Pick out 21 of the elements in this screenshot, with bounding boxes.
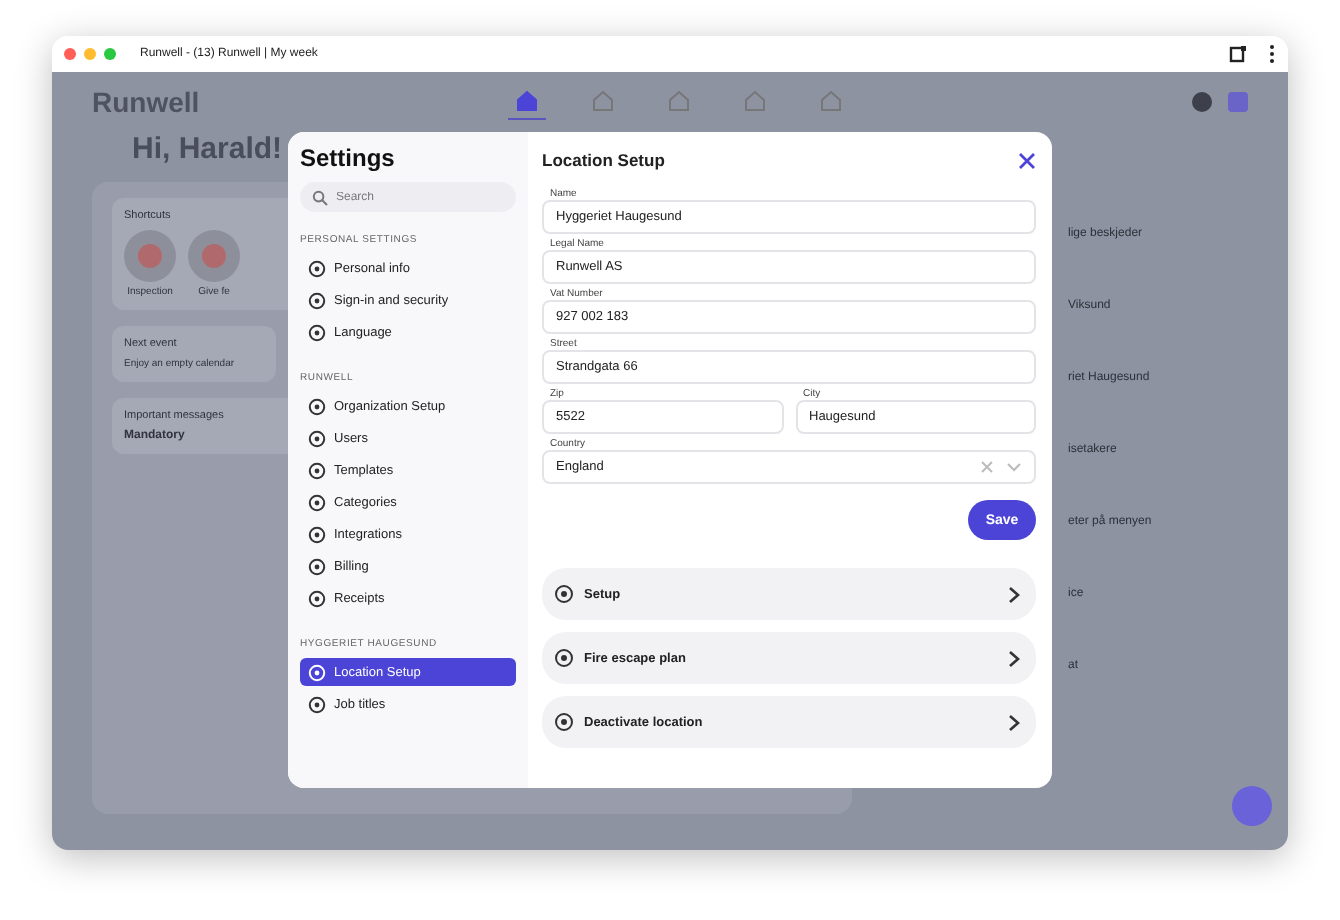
- chat-button[interactable]: [1232, 786, 1272, 826]
- panel-title: Location Setup: [542, 150, 665, 170]
- avatar-icon[interactable]: [1192, 92, 1212, 112]
- greeting: Hi, Harald!: [130, 132, 283, 166]
- clear-icon[interactable]: [980, 460, 994, 474]
- extension-icon[interactable]: [1228, 44, 1248, 64]
- logo: Runwell: [92, 86, 202, 118]
- chevron-down-icon[interactable]: [1006, 460, 1022, 474]
- search-icon: [312, 189, 328, 205]
- more-icon[interactable]: [1268, 44, 1276, 64]
- close-icon[interactable]: [1018, 151, 1036, 169]
- chevron-right-icon: [1008, 585, 1020, 603]
- shortcut-icon[interactable]: [188, 230, 240, 282]
- chevron-right-icon: [1008, 713, 1020, 731]
- shortcut-icon[interactable]: [124, 230, 176, 282]
- settings-title: Settings: [300, 144, 397, 172]
- org-icon[interactable]: [1228, 92, 1248, 112]
- close-dot-icon[interactable]: [64, 48, 76, 60]
- chevron-right-icon: [1008, 649, 1020, 667]
- maximize-dot-icon[interactable]: [104, 48, 116, 60]
- minimize-dot-icon[interactable]: [84, 48, 96, 60]
